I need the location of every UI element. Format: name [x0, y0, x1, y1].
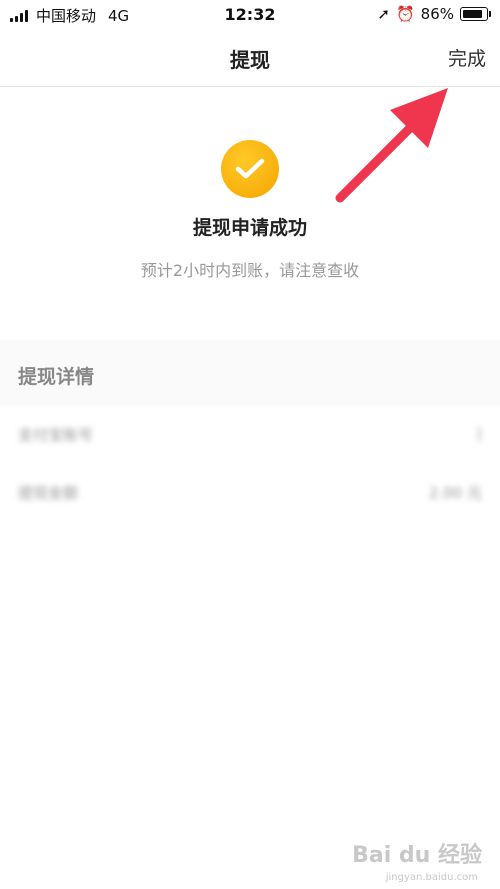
detail-row-account: 支付宝账号 |: [0, 406, 500, 464]
navigation-bar: 提现 完成: [0, 28, 500, 87]
page-title: 提现: [230, 48, 270, 72]
details-title: 提现详情: [18, 366, 95, 388]
success-subtitle: 预计2小时内到账，请注意查收: [140, 261, 360, 280]
success-title: 提现申请成功: [192, 217, 307, 239]
detail-row-amount: 提现金额 2.00 元: [0, 464, 500, 522]
done-button[interactable]: 完成: [448, 44, 486, 71]
battery-icon: [460, 7, 491, 21]
watermark-logo: Bai du 经验: [352, 843, 482, 868]
detail-label: 支付宝账号: [18, 426, 94, 444]
location-icon: ➚: [377, 5, 390, 23]
status-right: ➚ ⏰ 86%: [371, 5, 491, 23]
detail-value: |: [476, 424, 482, 442]
annotation-arrow-icon: [335, 88, 448, 203]
status-bar: 中国移动 4G 12:32 ➚ ⏰ 86%: [0, 0, 500, 28]
success-check-icon: [221, 140, 279, 198]
battery-percent: 86%: [420, 5, 454, 23]
detail-label: 提现金额: [18, 484, 79, 502]
detail-value: 2.00 元: [428, 484, 482, 502]
watermark-url: jingyan.baidu.com: [385, 872, 478, 883]
details-header: 提现详情: [0, 340, 500, 406]
alarm-icon: ⏰: [395, 5, 415, 23]
